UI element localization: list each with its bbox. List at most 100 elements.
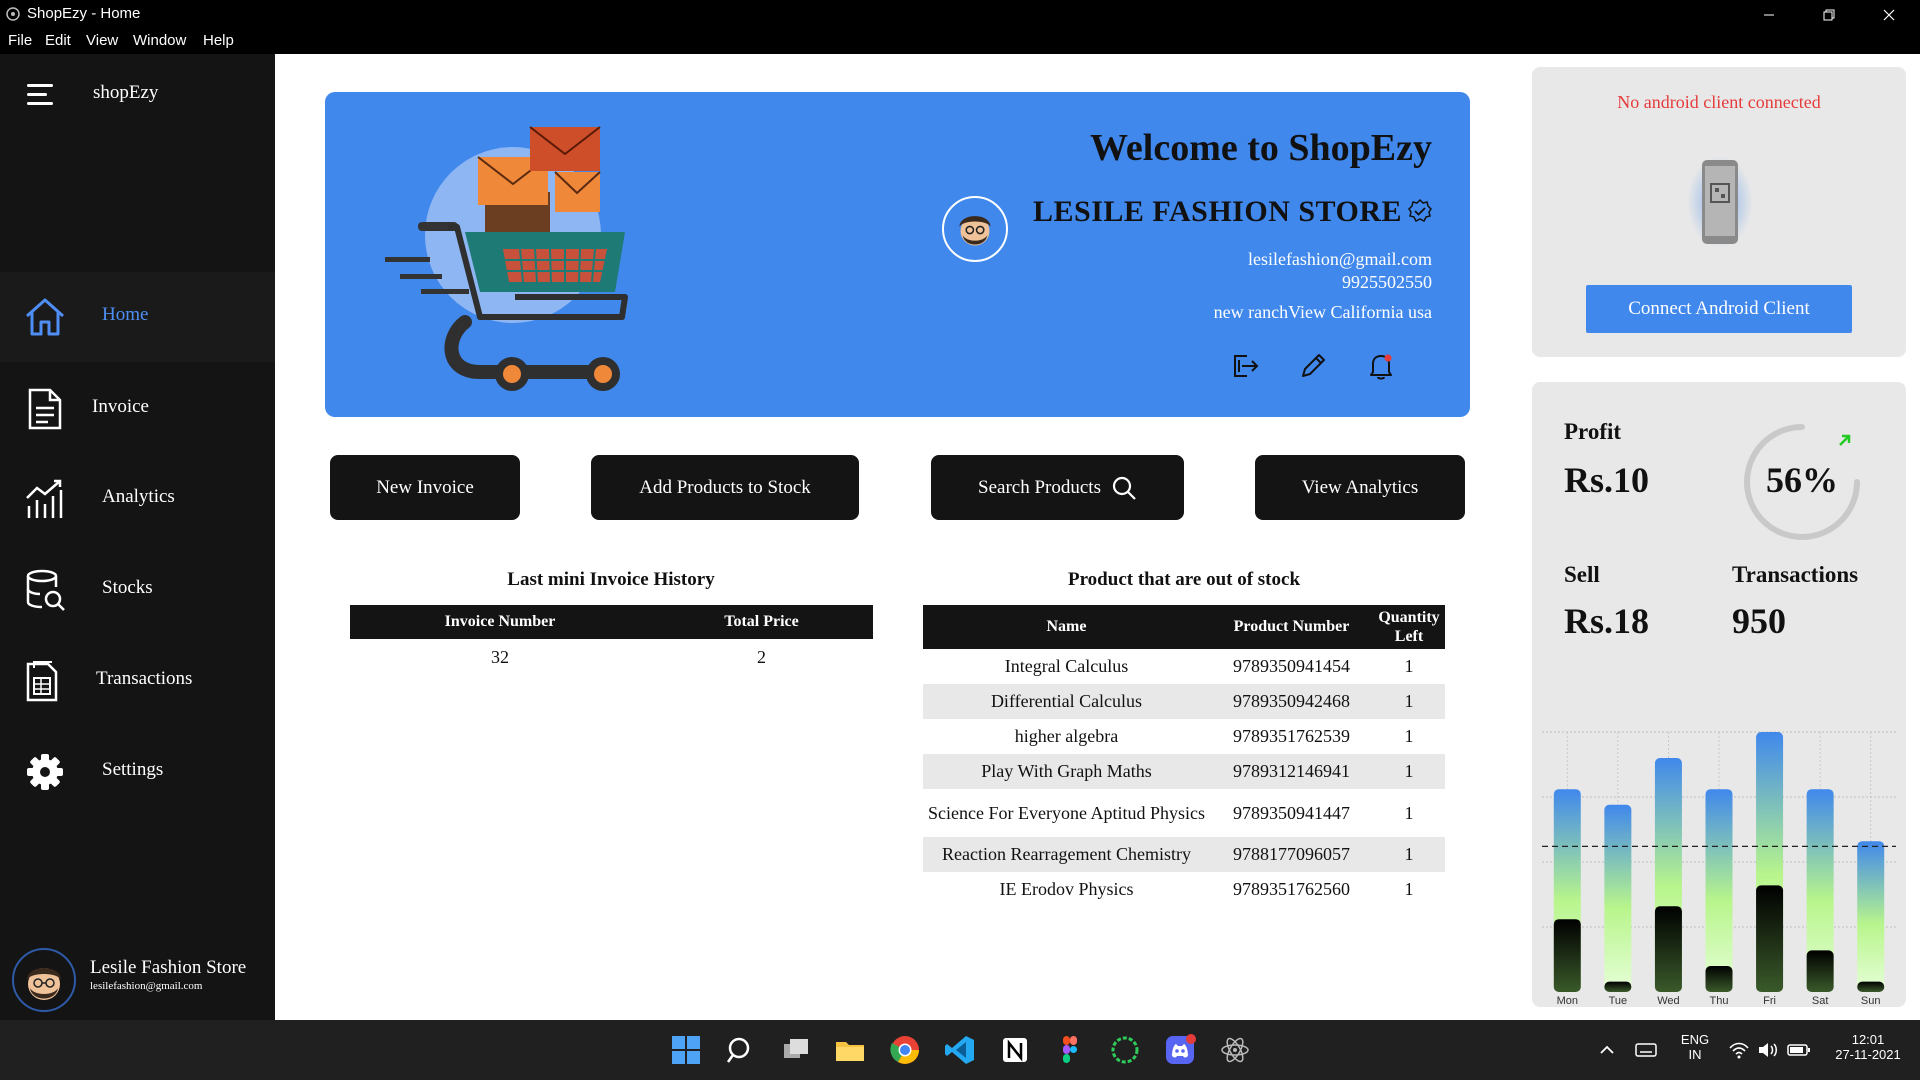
column-header-quantity-left: Quantity Left (1373, 605, 1445, 649)
home-icon (26, 298, 64, 336)
x-tick-label: Tue (1609, 995, 1628, 1007)
store-phone: 9925502550 (1342, 272, 1432, 292)
new-invoice-label: New Invoice (376, 476, 474, 498)
connect-android-button[interactable]: Connect Android Client (1586, 285, 1852, 333)
sidebar: shopEzy Home Invoice Analytics Stocks Tr… (0, 54, 275, 1020)
product-name-cell: Science For Everyone Aptitud Physics (928, 802, 1205, 823)
bar-low-sun[interactable] (1857, 981, 1885, 992)
x-tick-label: Mon (1557, 995, 1578, 1007)
product-name-cell: IE Erodov Physics (999, 879, 1134, 899)
hamburger-menu-icon[interactable] (27, 84, 53, 106)
sidebar-item-home[interactable]: Home (0, 272, 275, 362)
chrome-icon[interactable] (889, 1034, 921, 1066)
new-invoice-button[interactable]: New Invoice (330, 455, 520, 520)
table-row[interactable]: higher algebra 9789351762539 1 (923, 719, 1445, 754)
bar-tue[interactable] (1604, 804, 1632, 992)
search-icon[interactable] (725, 1034, 757, 1066)
table-row[interactable]: Play With Graph Maths 9789312146941 1 (923, 754, 1445, 789)
table-row[interactable]: 32 2 (350, 639, 873, 675)
sidebar-item-label: Settings (102, 759, 164, 780)
view-analytics-button[interactable]: View Analytics (1255, 455, 1465, 520)
search-products-button[interactable]: Search Products (931, 455, 1184, 520)
table-row[interactable]: Reaction Rearragement Chemistry 97881770… (923, 837, 1445, 872)
table-row[interactable]: IE Erodov Physics 9789351762560 1 (923, 872, 1445, 907)
electron-app-icon[interactable] (1219, 1034, 1251, 1066)
bar-thu[interactable] (1705, 789, 1733, 992)
table-row[interactable]: Integral Calculus 9789350941454 1 (923, 649, 1445, 684)
minimize-icon (1764, 14, 1774, 15)
language-indicator[interactable]: ENG IN (1677, 1032, 1713, 1062)
clock[interactable]: 12:01 27-11-2021 (1823, 1032, 1913, 1062)
sidebar-item-stocks[interactable]: Stocks (0, 545, 275, 635)
menu-file[interactable]: File (8, 32, 32, 49)
bar-low-sat[interactable] (1806, 950, 1834, 992)
restore-button[interactable] (1806, 0, 1852, 29)
bar-low-tue[interactable] (1604, 981, 1632, 992)
quantity-cell: 1 (1404, 802, 1414, 823)
x-tick-label: Sun (1861, 995, 1881, 1007)
discord-icon[interactable] (1164, 1034, 1196, 1066)
x-tick-label: Thu (1710, 995, 1729, 1007)
battery-icon[interactable] (1787, 1040, 1811, 1060)
notification-bell-icon[interactable] (1365, 350, 1397, 382)
sidebar-item-analytics[interactable]: Analytics (0, 454, 275, 544)
trend-up-arrow-icon (1839, 434, 1851, 446)
vscode-icon[interactable] (944, 1034, 976, 1066)
language-code: ENG (1680, 1032, 1710, 1047)
menu-help[interactable]: Help (203, 32, 234, 49)
close-button[interactable] (1866, 0, 1912, 29)
chevron-up-icon[interactable] (1597, 1040, 1617, 1060)
menu-window[interactable]: Window (133, 32, 186, 49)
transactions-value: 950 (1732, 601, 1786, 641)
region-code: IN (1688, 1047, 1702, 1062)
sidebar-item-settings[interactable]: Settings (0, 727, 275, 817)
edit-pencil-icon[interactable] (1297, 350, 1329, 382)
loading-app-icon[interactable] (1109, 1034, 1141, 1066)
volume-icon[interactable] (1757, 1040, 1779, 1060)
taskbar: ENG IN 12:01 27-11-2021 (0, 1020, 1920, 1080)
quantity-cell: 1 (1404, 761, 1414, 781)
bar-low-mon[interactable] (1553, 919, 1581, 992)
column-header-name: Name (923, 605, 1210, 649)
sidebar-item-label: Transactions (96, 668, 193, 689)
windows-start-icon[interactable] (670, 1034, 702, 1066)
avatar[interactable] (12, 948, 76, 1012)
figma-icon[interactable] (1054, 1034, 1086, 1066)
column-header-total-price: Total Price (650, 605, 873, 639)
clock-date: 27-11-2021 (1835, 1047, 1901, 1062)
product-number-cell: 9789350942468 (1233, 691, 1350, 711)
sidebar-item-label: Stocks (102, 577, 153, 598)
bar-low-fri[interactable] (1756, 885, 1784, 992)
column-header-invoice-number: Invoice Number (350, 605, 650, 639)
add-products-button[interactable]: Add Products to Stock (591, 455, 859, 520)
table-row[interactable]: Differential Calculus 9789350942468 1 (923, 684, 1445, 719)
sidebar-item-transactions[interactable]: Transactions (0, 636, 275, 726)
sidebar-item-invoice[interactable]: Invoice (0, 364, 275, 454)
phone-qr-icon (1687, 156, 1753, 248)
wifi-icon[interactable] (1728, 1040, 1750, 1060)
table-row[interactable]: Science For Everyone Aptitud Physics 978… (923, 789, 1445, 837)
android-client-panel: No android client connected Connect Andr… (1532, 67, 1906, 357)
minimize-button[interactable] (1746, 0, 1792, 29)
quantity-cell: 1 (1404, 879, 1414, 899)
bar-low-thu[interactable] (1705, 966, 1733, 992)
weekly-bar-chart: Mon Tue Wed Thu Fri Sat Sun (1542, 731, 1896, 1007)
invoice-number-cell: 32 (491, 646, 509, 667)
profit-value: Rs.10 (1564, 460, 1650, 500)
bar-low-wed[interactable] (1654, 906, 1682, 992)
task-view-icon[interactable] (780, 1034, 812, 1066)
file-explorer-icon[interactable] (834, 1034, 866, 1066)
column-header-product-number: Product Number (1210, 605, 1373, 649)
keyboard-icon[interactable] (1635, 1040, 1657, 1060)
store-name: LESILE FASHION STORE (1033, 195, 1403, 228)
store-email: lesilefashion@gmail.com (1247, 249, 1432, 269)
logout-icon[interactable] (1229, 350, 1261, 382)
menu-view[interactable]: View (86, 32, 118, 49)
product-number-cell: 9789351762539 (1233, 726, 1350, 746)
product-number-cell: 9789350941454 (1233, 656, 1350, 676)
menu-bar: File Edit View Window Help (0, 29, 1920, 54)
menu-edit[interactable]: Edit (45, 32, 71, 49)
notion-icon[interactable] (999, 1034, 1031, 1066)
database-search-icon (26, 569, 65, 611)
bar-sun[interactable] (1857, 841, 1885, 992)
